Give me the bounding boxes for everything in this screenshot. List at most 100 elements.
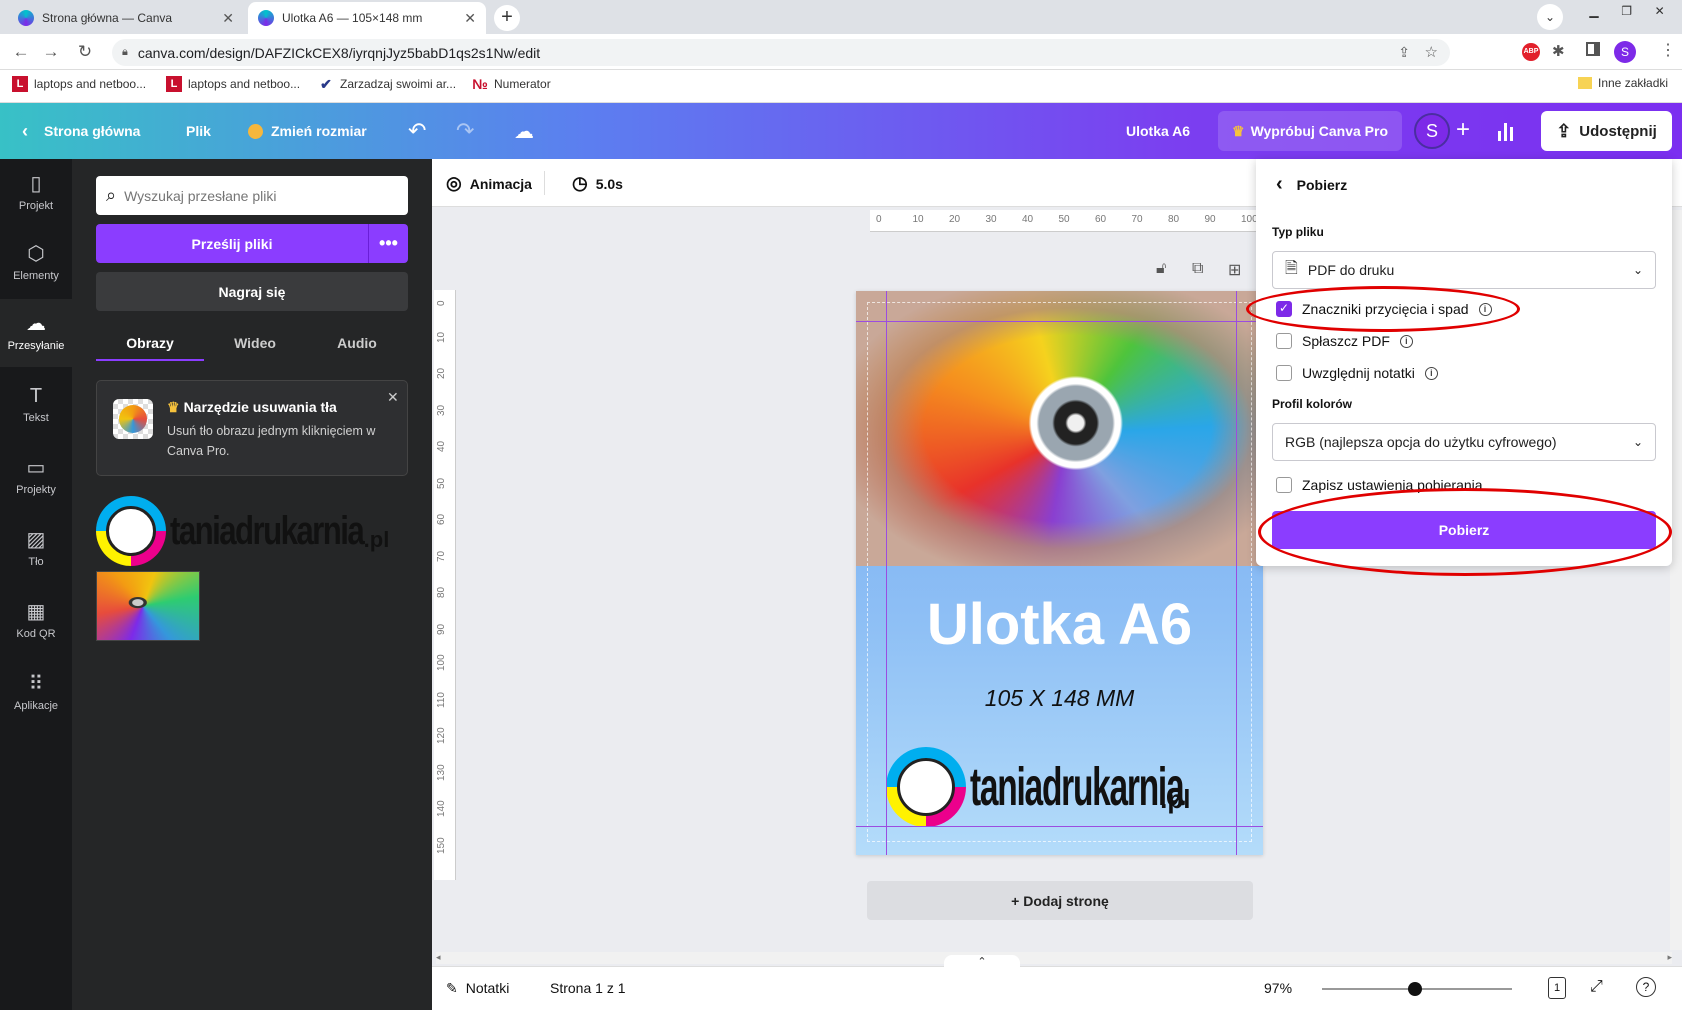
- document-title[interactable]: Ulotka A6: [1126, 103, 1190, 159]
- close-tab-icon[interactable]: ✕: [222, 10, 234, 27]
- browser-tab-home[interactable]: Strona główna — Canva ✕: [8, 2, 244, 34]
- browser-tab-active[interactable]: Ulotka A6 — 105×148 mm ✕: [248, 2, 486, 34]
- upload-files-button[interactable]: Prześlij pliki: [96, 224, 368, 263]
- try-pro-button[interactable]: ♛ Wypróbuj Canva Pro: [1218, 111, 1402, 151]
- profile-avatar[interactable]: S: [1614, 41, 1636, 63]
- adblock-extension-icon[interactable]: ABP: [1522, 43, 1540, 61]
- download-header[interactable]: ‹ Pobierz: [1276, 173, 1347, 196]
- side-panel-icon[interactable]: [1586, 42, 1600, 56]
- zoom-slider[interactable]: [1322, 982, 1512, 996]
- nav-projekty[interactable]: ▭ Projekty: [0, 443, 72, 511]
- bookmark-item[interactable]: № Numerator: [472, 76, 551, 92]
- close-window-icon[interactable]: ✕: [1655, 4, 1665, 22]
- ruler-tick-label: 20: [436, 367, 447, 379]
- bookmark-star-icon[interactable]: ☆: [1425, 43, 1438, 61]
- back-arrow-icon[interactable]: ←: [10, 42, 32, 62]
- tab-label: Audio: [337, 335, 377, 351]
- nav-tlo[interactable]: ▨ Tło: [0, 515, 72, 583]
- crown-icon: [248, 123, 263, 139]
- close-tab-icon[interactable]: ✕: [464, 10, 476, 27]
- try-pro-label: Wypróbuj Canva Pro: [1250, 123, 1388, 139]
- extensions-puzzle-icon[interactable]: ✱: [1552, 42, 1565, 60]
- more-options-icon[interactable]: •••: [368, 224, 408, 263]
- nav-label: Projekt: [18, 200, 54, 212]
- search-icon: ⌕: [106, 185, 117, 205]
- fullscreen-icon[interactable]: ⤢: [1590, 978, 1603, 996]
- page-grid-button[interactable]: 1: [1548, 977, 1566, 999]
- option-notes[interactable]: Uwzględnij notatki i: [1276, 365, 1438, 381]
- file-menu[interactable]: Plik: [186, 103, 211, 159]
- flatten-checkbox[interactable]: [1276, 333, 1292, 349]
- canva-favicon-icon: [18, 10, 34, 26]
- zoom-slider-handle[interactable]: [1408, 982, 1423, 996]
- insights-chart-icon[interactable]: [1498, 115, 1526, 147]
- expand-pages-chevron-icon[interactable]: ⌃: [944, 955, 1020, 969]
- resize-button[interactable]: Zmień rozmiar: [248, 103, 367, 159]
- record-yourself-button[interactable]: Nagraj się: [96, 272, 408, 311]
- share-page-icon[interactable]: ⇪: [1398, 44, 1410, 61]
- restore-icon[interactable]: ❐: [1621, 4, 1632, 22]
- bookmark-label: Numerator: [494, 77, 551, 91]
- home-link[interactable]: ‹ Strona główna: [22, 103, 140, 159]
- ruler-tick-label: 70: [436, 550, 447, 562]
- check-brand-icon: ✔: [320, 75, 332, 92]
- tab-title: Ulotka A6 — 105×148 mm: [282, 11, 423, 25]
- new-tab-button[interactable]: +: [494, 5, 520, 31]
- tab-search-chevron-icon[interactable]: ⌄: [1537, 4, 1563, 30]
- save-settings-checkbox[interactable]: [1276, 477, 1292, 493]
- tab-audio[interactable]: Audio: [306, 331, 408, 361]
- address-bar[interactable]: 🔒︎ canva.com/design/DAFZICkCEX8/iyrqnjJy…: [112, 39, 1450, 66]
- document-icon: 🗎︎: [1285, 259, 1298, 277]
- forward-arrow-icon[interactable]: →: [40, 42, 62, 62]
- option-flatten[interactable]: Spłaszcz PDF i: [1276, 333, 1413, 349]
- info-icon[interactable]: i: [1399, 334, 1413, 348]
- minimize-icon[interactable]: ▁: [1589, 4, 1598, 22]
- tab-obrazy[interactable]: Obrazy: [96, 331, 204, 361]
- flyer-page[interactable]: Ulotka A6 105 X 148 MM taniadrukarnia .p…: [856, 291, 1263, 855]
- tab-wideo[interactable]: Wideo: [204, 331, 306, 361]
- bookmark-item[interactable]: L laptops and netboo...: [12, 76, 146, 92]
- zoom-level[interactable]: 97%: [1264, 980, 1292, 996]
- back-chevron-icon[interactable]: ‹: [1276, 173, 1283, 196]
- help-button[interactable]: ?: [1636, 977, 1656, 997]
- share-button[interactable]: ⇪ Udostępnij: [1541, 111, 1672, 151]
- animation-button[interactable]: ◎ Animacja: [446, 173, 532, 194]
- file-type-select[interactable]: 🗎︎ PDF do druku ⌄: [1272, 251, 1656, 289]
- notes-checkbox[interactable]: [1276, 365, 1292, 381]
- notes-button[interactable]: ✎ Notatki: [446, 980, 509, 997]
- other-bookmarks[interactable]: Inne zakładki: [1578, 76, 1668, 90]
- bookmark-item[interactable]: L laptops and netboo...: [166, 76, 300, 92]
- add-page-button[interactable]: + Dodaj stronę: [867, 881, 1253, 920]
- toolbar-divider: [544, 171, 545, 195]
- nav-tekst[interactable]: T Tekst: [0, 371, 72, 439]
- page-indicator[interactable]: Strona 1 z 1: [550, 980, 626, 996]
- share-upload-icon: ⇪: [1556, 120, 1572, 141]
- nav-kod-qr[interactable]: ▦ Kod QR: [0, 587, 72, 655]
- close-icon[interactable]: ✕: [387, 389, 399, 406]
- lock-icon[interactable]: 🔓︎: [1156, 260, 1166, 278]
- browser-menu-icon[interactable]: ⋮: [1660, 40, 1676, 60]
- nav-aplikacje[interactable]: ⠿ Aplikacje: [0, 659, 72, 727]
- add-collaborator-icon[interactable]: +: [1456, 117, 1470, 143]
- qr-icon: ▦: [26, 601, 46, 623]
- crop-mark-line: [1236, 291, 1237, 855]
- bookmarks-bar: L laptops and netboo... L laptops and ne…: [0, 70, 1682, 103]
- nav-przesylanie[interactable]: ☁ Przesyłanie: [0, 299, 72, 367]
- undo-icon[interactable]: ↶: [408, 103, 426, 159]
- uploaded-eye-image[interactable]: [96, 571, 200, 641]
- duration-button[interactable]: ◷ 5.0s: [572, 173, 623, 194]
- nav-projekt[interactable]: ▯ Projekt: [0, 159, 72, 227]
- redo-icon[interactable]: ↷: [456, 103, 474, 159]
- duplicate-page-icon[interactable]: ⧉: [1192, 260, 1203, 278]
- bookmark-item[interactable]: ✔ Zarzadzaj swoimi ar...: [318, 76, 456, 92]
- uploaded-logo-thumbnail[interactable]: taniadrukarnia .pl: [96, 495, 408, 567]
- reload-icon[interactable]: ↻: [74, 42, 96, 62]
- horizontal-scrollbar[interactable]: ◂ ▸: [436, 952, 1672, 964]
- user-avatar[interactable]: S: [1414, 113, 1450, 149]
- info-icon[interactable]: i: [1424, 366, 1438, 380]
- add-page-icon[interactable]: ⊞: [1228, 260, 1241, 280]
- nav-elementy[interactable]: ⬡ Elementy: [0, 229, 72, 297]
- color-profile-select[interactable]: RGB (najlepsza opcja do użytku cyfrowego…: [1272, 423, 1656, 461]
- cloud-saved-icon[interactable]: ☁: [514, 103, 534, 159]
- search-input[interactable]: [124, 187, 385, 204]
